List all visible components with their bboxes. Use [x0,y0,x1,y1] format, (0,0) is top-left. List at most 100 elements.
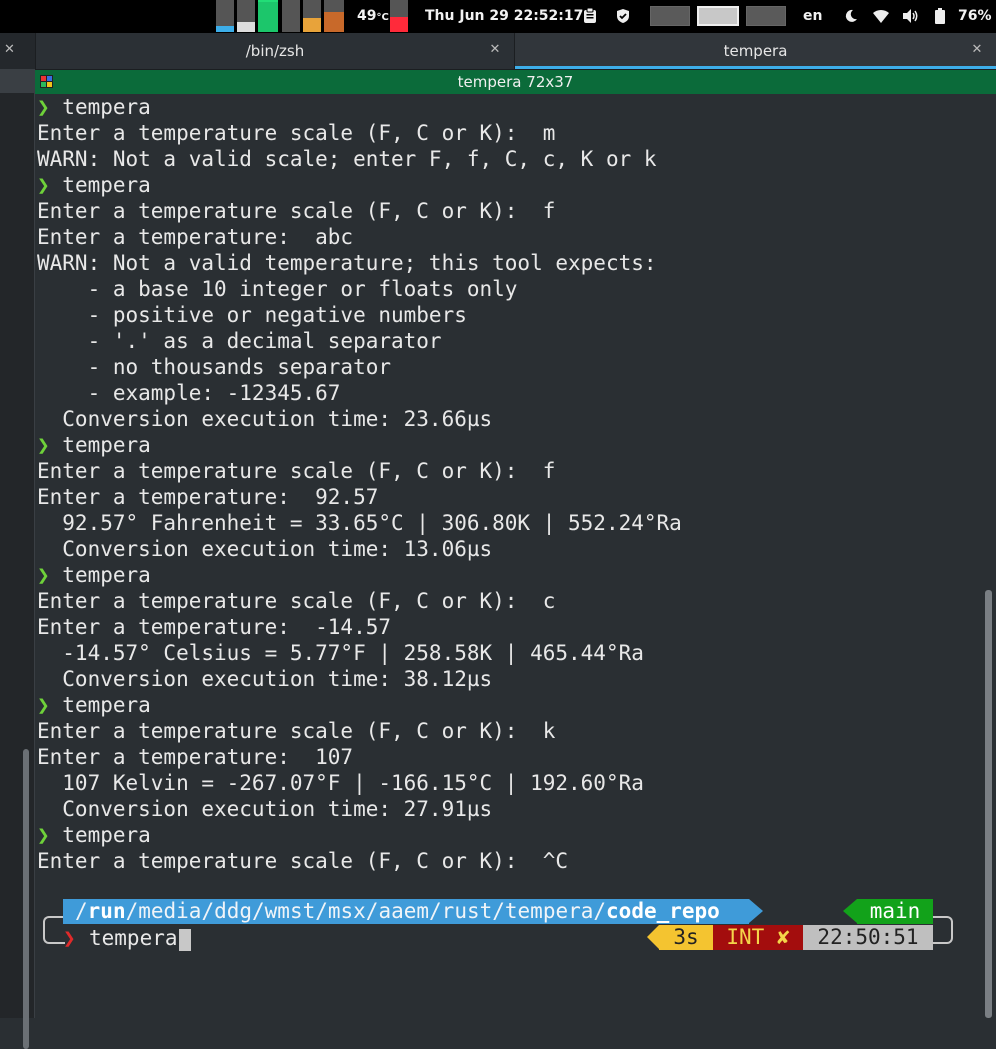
output-line: - no thousands separator [37,354,682,380]
output-line: Enter a temperature: 107 [37,744,682,770]
line-text: - example: -12345.67 [37,381,341,405]
workspace-3[interactable] [746,6,786,26]
line-text: - positive or negative numbers [37,303,467,327]
memory-monitor-graph[interactable] [237,0,255,32]
line-text: Enter a temperature scale (F, C or K): f [37,199,556,223]
cpu-temperature[interactable]: 49°C [357,0,389,33]
output-line: Enter a temperature scale (F, C or K): c [37,588,682,614]
output-line: Enter a temperature: 92.57 [37,484,682,510]
tab-label: /bin/zsh [245,42,305,60]
output-line: - '.' as a decimal separator [37,328,682,354]
path-segment-arrow [749,899,763,923]
terminal-tab-bar: ✕ /bin/zsh ✕ tempera ✕ [0,33,996,70]
prompt-line: ❯ tempera [37,822,682,848]
temperature-graph [390,0,408,32]
output-line: Enter a temperature scale (F, C or K): f [37,458,682,484]
prompt-line: ❯ tempera [37,692,682,718]
prompt-arrow: ❯ [37,823,50,847]
workspace-2-active[interactable] [697,6,739,26]
prompt-line: ❯ tempera [37,562,682,588]
line-text: Enter a temperature: -14.57 [37,615,392,639]
terminal-output[interactable]: ❯ tempera Enter a temperature scale (F, C… [35,94,996,1018]
output-line: - a base 10 integer or floats only [37,276,682,302]
exit-status-segment: INT ✘ [713,925,803,950]
terminal-title-bar: tempera 72x37 [35,70,996,94]
tab-bin-zsh[interactable]: /bin/zsh ✕ [36,33,515,69]
gutter-header [0,69,34,93]
close-icon[interactable]: ✕ [966,33,988,67]
duration-segment-arrow [647,925,659,949]
line-text: 107 Kelvin = -267.07°F | -166.15°C | 192… [37,771,644,795]
line-text: -14.57° Celsius = 5.77°F | 258.58K | 465… [37,641,644,665]
prompt-arrow: ❯ [37,95,50,119]
output-line: -14.57° Celsius = 5.77°F | 258.58K | 465… [37,640,682,666]
clipboard-icon[interactable] [582,0,598,33]
prompt-arrow: ❯ [37,173,50,197]
output-line: Enter a temperature scale (F, C or K): f [37,198,682,224]
output-line: Enter a temperature: -14.57 [37,614,682,640]
previous-tab-stub[interactable]: ✕ [0,33,36,69]
output-line: Enter a temperature: abc [37,224,682,250]
prompt-arrow: ❯ [63,926,76,950]
night-mode-moon-icon[interactable] [843,0,859,33]
workspace-1[interactable] [650,6,690,26]
git-branch-segment: main [857,899,933,924]
left-panel-gutter [0,69,35,1049]
command-duration-segment: 3s [659,925,713,950]
command-input[interactable]: tempera [89,925,178,951]
text-cursor [179,929,191,951]
battery-percentage[interactable]: 76% [958,0,992,33]
line-text: Conversion execution time: 27.91µs [37,797,493,821]
line-text: Enter a temperature scale (F, C or K): m [37,121,556,145]
close-icon[interactable]: ✕ [4,33,15,67]
terminal-menu-icon[interactable] [40,75,53,88]
output-line: 107 Kelvin = -267.07°F | -166.15°C | 192… [37,770,682,796]
line-text: Conversion execution time: 23.66µs [37,407,493,431]
line-text: Enter a temperature scale (F, C or K): f [37,459,556,483]
output-line: - positive or negative numbers [37,302,682,328]
line-text: Enter a temperature: 92.57 [37,485,379,509]
line-text: tempera [49,433,151,457]
line-text: Enter a temperature scale (F, C or K): c [37,589,556,613]
battery-icon[interactable] [934,0,946,33]
line-text: Enter a temperature scale (F, C or K): k [37,719,556,743]
security-shield-icon[interactable] [615,0,631,33]
output-line: Enter a temperature scale (F, C or K): ^… [37,848,682,874]
line-text: tempera [49,95,151,119]
gutter-scrollbar[interactable] [23,749,29,1049]
network-monitor-graph[interactable] [282,0,300,32]
system-top-bar: 49°C Thu Jun 29 22:52:17 en 76% [0,0,996,33]
output-line: Enter a temperature scale (F, C or K): k [37,718,682,744]
line-text: Enter a temperature scale (F, C or K): ^… [37,849,569,873]
volume-icon[interactable] [902,0,920,33]
line-text: Conversion execution time: 13.06µs [37,537,493,561]
prompt-time-segment: 22:50:51 [803,925,933,950]
prompt-frame-left [43,916,65,944]
line-text: tempera [49,823,151,847]
git-segment-arrow [843,899,857,923]
line-text: tempera [49,563,151,587]
output-line: Conversion execution time: 23.66µs [37,406,682,432]
wifi-icon[interactable] [872,0,890,33]
disk-monitor-graph[interactable] [303,0,321,32]
prompt-line: ❯ tempera [37,94,682,120]
prompt-arrow: ❯ [37,563,50,587]
clock-datetime[interactable]: Thu Jun 29 22:52:17 [425,0,583,33]
cpu-monitor-graph[interactable] [216,0,234,32]
close-icon[interactable]: ✕ [484,33,506,67]
swap-monitor-graph[interactable] [258,0,278,32]
line-text: tempera [49,693,151,717]
keyboard-layout-indicator[interactable]: en [803,0,822,33]
prompt-arrow: ❯ [37,693,50,717]
prompt-line: ❯ tempera [37,432,682,458]
line-text: - '.' as a decimal separator [37,329,442,353]
output-line: Conversion execution time: 38.12µs [37,666,682,692]
powerline-prompt: /run/media/ddg/wmst/msx/aaem/rust/temper… [35,899,996,959]
load-monitor-graph[interactable] [324,0,344,32]
tab-tempera[interactable]: tempera ✕ [515,33,996,69]
terminal-title: tempera 72x37 [457,73,574,91]
line-text: 92.57° Fahrenheit = 33.65°C | 306.80K | … [37,511,682,535]
output-line: WARN: Not a valid temperature; this tool… [37,250,682,276]
line-text: WARN: Not a valid scale; enter F, f, C, … [37,147,657,171]
output-line: 92.57° Fahrenheit = 33.65°C | 306.80K | … [37,510,682,536]
